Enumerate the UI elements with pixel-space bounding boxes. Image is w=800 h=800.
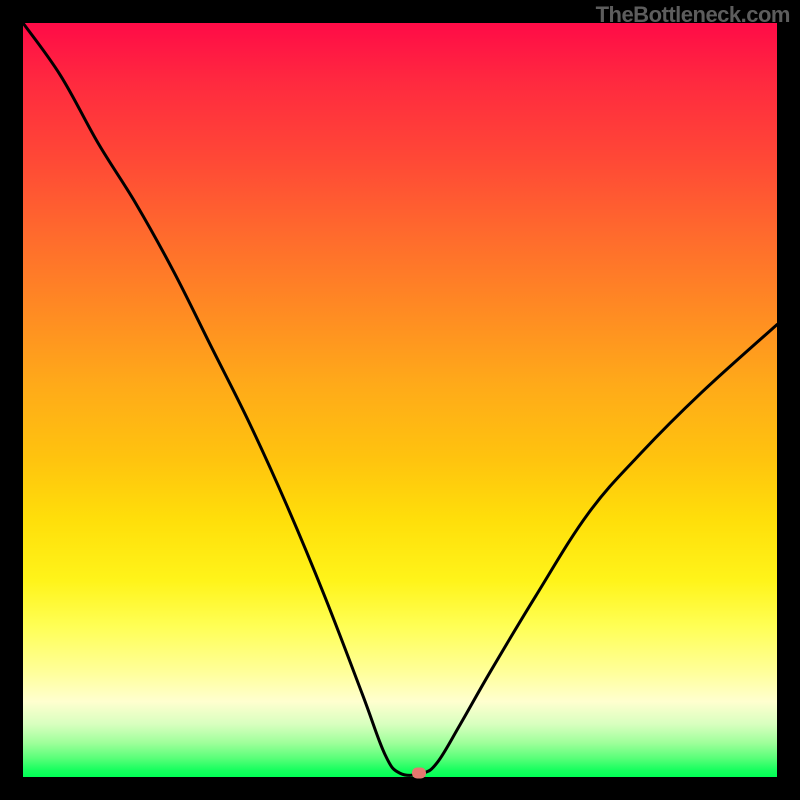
chart-frame: TheBottleneck.com (0, 0, 800, 800)
optimal-point-marker (412, 768, 426, 779)
bottleneck-curve (23, 23, 777, 777)
curve-path (23, 23, 777, 775)
plot-area (23, 23, 777, 777)
watermark-text: TheBottleneck.com (596, 2, 790, 28)
